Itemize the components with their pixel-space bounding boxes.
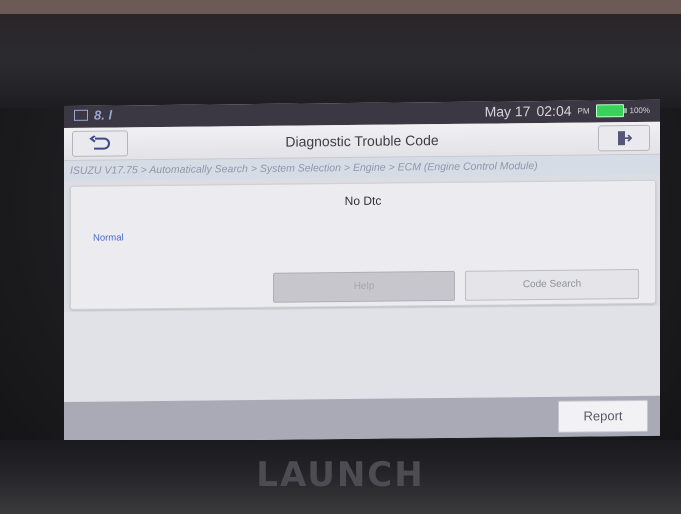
empty-content-area — [64, 305, 660, 402]
exit-button[interactable] — [598, 124, 650, 152]
bottom-toolbar: Report — [64, 395, 660, 442]
dtc-message: No Dtc — [344, 193, 382, 209]
device-bezel-top — [0, 0, 681, 108]
back-button[interactable] — [72, 130, 128, 157]
device-bezel-band — [0, 0, 681, 14]
status-time-suffix: PM — [577, 105, 590, 116]
status-date: May 17 — [484, 103, 531, 120]
sim-card-icon — [74, 109, 88, 121]
ecu-status: Normal — [93, 232, 124, 244]
back-arrow-icon — [89, 135, 110, 150]
device-brand-logo: LAUNCH — [256, 455, 425, 495]
help-button[interactable]: Help — [273, 270, 455, 303]
page-title: Diagnostic Trouble Code — [285, 132, 439, 150]
battery-level: 100% — [629, 105, 650, 115]
device-frame: 8. l May 17 02:04 PM 100% Diagnostic Tro… — [0, 0, 681, 514]
status-left: 8. l — [74, 107, 113, 123]
code-search-button[interactable]: Code Search — [465, 268, 639, 301]
report-button[interactable]: Report — [558, 399, 648, 433]
status-right: May 17 02:04 PM 100% — [485, 102, 650, 120]
signal-indicator: 8. l — [94, 107, 113, 123]
exit-icon — [618, 131, 632, 146]
dtc-result-panel: No Dtc Normal Help Code Search — [70, 179, 656, 310]
battery-icon — [595, 103, 624, 117]
status-time: 02:04 — [536, 102, 572, 120]
tablet-screen: 8. l May 17 02:04 PM 100% Diagnostic Tro… — [64, 99, 660, 442]
